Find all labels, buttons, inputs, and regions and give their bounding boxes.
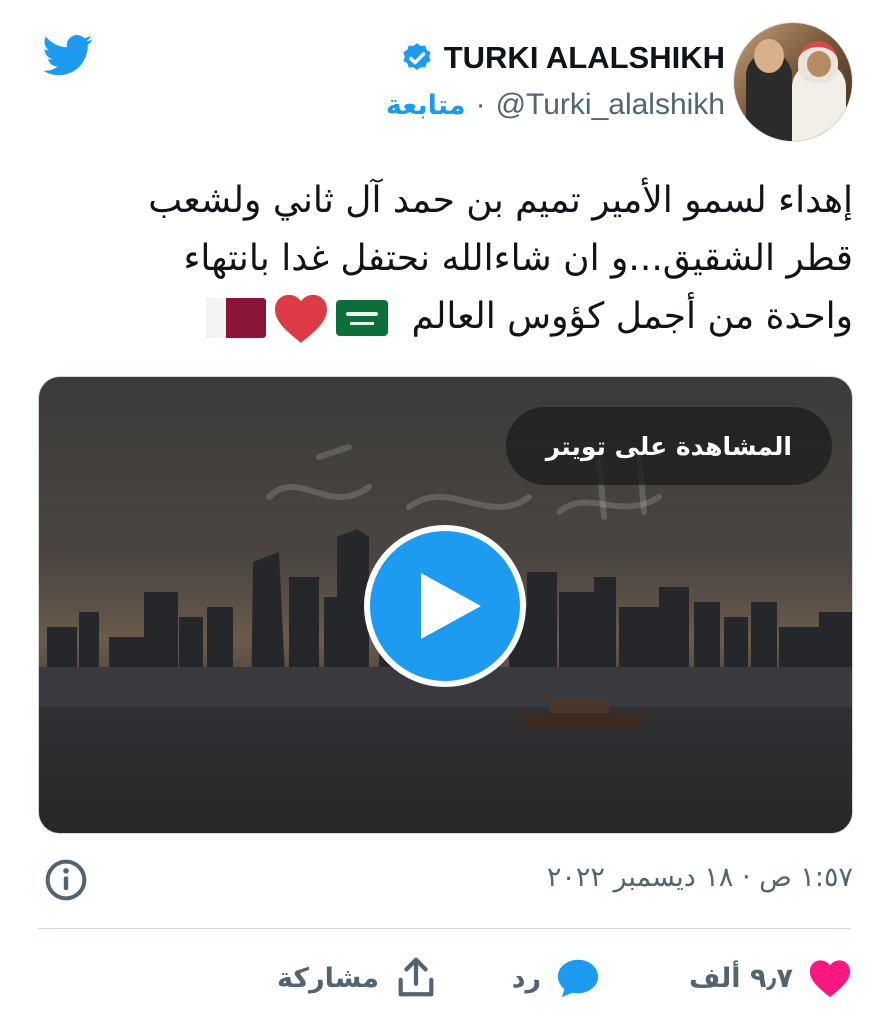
separator-dot: · [475,88,486,121]
play-icon [421,573,481,639]
info-icon[interactable] [44,858,88,902]
display-name-row[interactable]: TURKI ALALSHIKH [400,40,725,76]
like-count: ٩٫٧ ألف [689,962,793,994]
tweet-text: إهداء لسمو الأمير تميم بن حمد آل ثاني ول… [38,172,853,346]
twitter-bird-icon[interactable] [38,30,98,80]
verified-badge-icon [403,43,431,71]
divider [38,928,851,929]
qatar-flag-emoji [206,298,267,338]
red-heart-emoji [275,294,328,343]
tweet-line-text: واحدة من أجمل كؤوس العالم [411,296,854,337]
dhow-boat [519,699,649,729]
tweet-line: قطر الشقيق...و ان شاءالله نحتفل غدا بانت… [183,238,853,279]
share-icon[interactable] [393,955,439,1001]
video-card[interactable]: المشاهدة على تويتر [38,376,853,834]
watch-on-twitter-label: المشاهدة على تويتر [545,431,792,461]
reply-bubble-icon[interactable] [555,955,601,1001]
emoji-group [206,292,389,344]
user-handle[interactable]: @Turki_alalshikh [496,88,725,122]
tweet-timestamp[interactable]: ١:٥٧ ص · ١٨ ديسمبر ٢٠٢٢ [547,862,853,893]
saudi-flag-emoji [336,300,389,336]
reply-label: رد [511,962,541,994]
reply-action[interactable]: رد [512,950,601,1006]
avatar[interactable] [733,22,853,142]
display-name: TURKI ALALSHIKH [443,40,725,75]
tweet-line: إهداء لسمو الأمير تميم بن حمد آل ثاني ول… [148,180,853,221]
handle-row: متابعة · @Turki_alalshikh [386,88,725,122]
like-action[interactable]: ٩٫٧ ألف [689,950,853,1006]
avatar-face-right [807,51,831,77]
water [39,707,852,833]
share-action[interactable]: مشاركة [277,950,439,1006]
heart-icon[interactable] [807,955,853,1001]
play-button[interactable] [364,525,526,687]
avatar-face-left [754,39,784,73]
tweet-line-last: واحدة من أجمل كؤوس العالم [38,288,853,346]
watch-on-twitter-button[interactable]: المشاهدة على تويتر [505,407,832,485]
follow-button[interactable]: متابعة [386,90,466,121]
share-label: مشاركة [277,962,379,994]
